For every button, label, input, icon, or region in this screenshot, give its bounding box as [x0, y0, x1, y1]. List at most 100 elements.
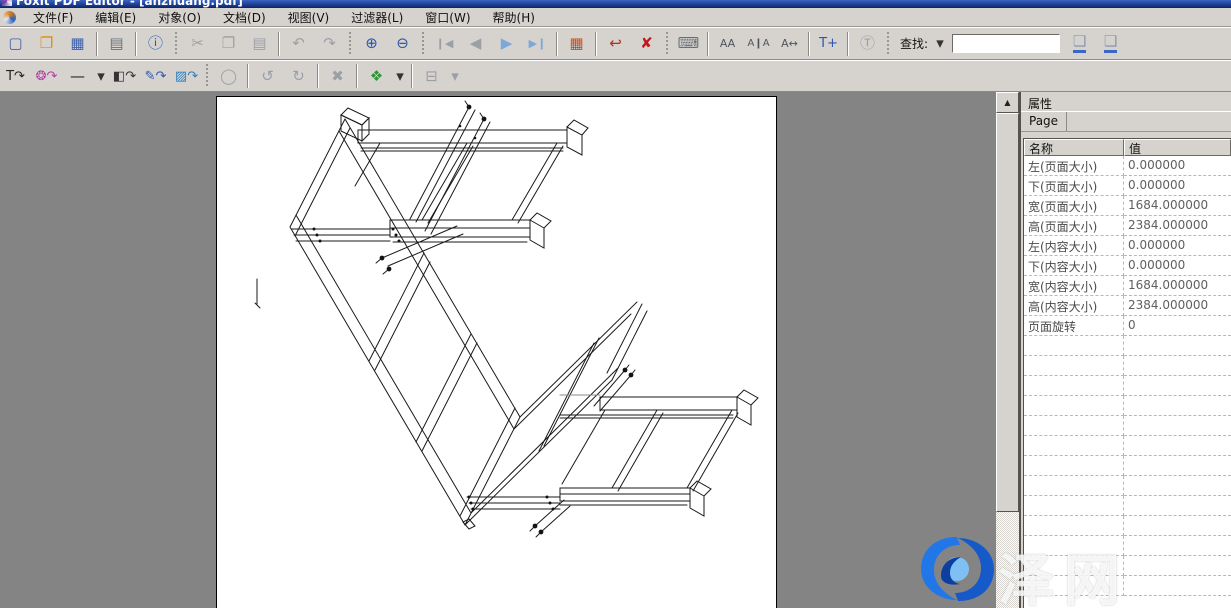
copy-button[interactable]: ❐	[214, 31, 243, 57]
find-next-icon: ❏	[1104, 34, 1117, 53]
menu-help[interactable]: 帮助(H)	[482, 7, 546, 28]
canvas-vertical-scrollbar[interactable]: ▲	[996, 92, 1019, 608]
shapes-dropdown[interactable]: ▾	[393, 63, 407, 89]
shapes-icon: ▾	[396, 69, 404, 84]
last-page-button[interactable]: ▶❙	[523, 31, 552, 57]
property-name	[1024, 336, 1124, 356]
toolbar-separator	[411, 64, 413, 88]
find-next-button[interactable]: ❏	[1096, 31, 1125, 57]
first-page-button[interactable]: ❙◀	[430, 31, 459, 57]
line-tool-icon: —	[70, 69, 85, 84]
menu-window[interactable]: 窗口(W)	[414, 7, 481, 28]
next-page-button[interactable]: ▶	[492, 31, 521, 57]
toolbar-separator	[808, 32, 810, 56]
open-button[interactable]: ❐	[32, 31, 61, 57]
zoom-out-button[interactable]: ⊖	[388, 31, 417, 57]
property-value[interactable]: 0.000000	[1124, 176, 1231, 196]
property-row[interactable]: 宽(内容大小)1684.000000	[1024, 276, 1231, 296]
align-button[interactable]: ⊟	[417, 63, 446, 89]
keyboard-button[interactable]: ⌨	[674, 31, 703, 57]
align-dropdown[interactable]: ▾	[448, 63, 462, 89]
property-value[interactable]: 1684.000000	[1124, 276, 1231, 296]
menu-document[interactable]: 文档(D)	[212, 7, 277, 28]
rotate-left-button[interactable]: ↺	[253, 63, 282, 89]
delete-page-button[interactable]: ✘	[632, 31, 661, 57]
prev-page-button[interactable]: ◀	[461, 31, 490, 57]
cut-button[interactable]: ✂	[183, 31, 212, 57]
redo-button[interactable]: ↷	[315, 31, 344, 57]
menu-edit[interactable]: 编辑(E)	[84, 7, 147, 28]
find-prev-button[interactable]: ❏	[1065, 31, 1094, 57]
menu-view[interactable]: 视图(V)	[277, 7, 341, 28]
toolbar-drag-handle[interactable]	[174, 32, 179, 56]
property-name	[1024, 516, 1124, 536]
property-value[interactable]: 0.000000	[1124, 236, 1231, 256]
property-value[interactable]: 0	[1124, 316, 1231, 336]
scroll-up-button[interactable]: ▲	[996, 92, 1019, 113]
pdf-page[interactable]	[216, 96, 777, 608]
document-info-button[interactable]: ⓘ	[141, 31, 170, 57]
toolbar-drag-handle[interactable]	[348, 32, 353, 56]
toolbar-drag-handle[interactable]	[886, 32, 891, 56]
color-picker-button[interactable]: ❂↷	[32, 63, 61, 89]
delete-object-button[interactable]: ✖	[323, 63, 352, 89]
document-canvas[interactable]	[0, 92, 996, 608]
toolbar-drag-handle[interactable]	[665, 32, 670, 56]
app-swirl-icon	[3, 11, 16, 24]
property-value[interactable]: 0.000000	[1124, 156, 1231, 176]
undo-button[interactable]: ↶	[284, 31, 313, 57]
property-value[interactable]: 1684.000000	[1124, 196, 1231, 216]
edit-image-button[interactable]: ✎↷	[141, 63, 170, 89]
add-text-object-button[interactable]: T↷	[1, 63, 30, 89]
insert-image-button[interactable]: ▨↷	[172, 63, 201, 89]
property-row[interactable]: 下(内容大小)0.000000	[1024, 256, 1231, 276]
property-row-empty	[1024, 476, 1231, 496]
print-button[interactable]: ▤	[102, 31, 131, 57]
menu-filter[interactable]: 过滤器(L)	[340, 7, 414, 28]
property-row[interactable]: 页面旋转0	[1024, 316, 1231, 336]
tab-page[interactable]: Page	[1021, 112, 1067, 131]
property-row[interactable]: 宽(页面大小)1684.000000	[1024, 196, 1231, 216]
line-tool-dropdown[interactable]: ▾	[94, 63, 108, 89]
zoom-in-button[interactable]: ⊕	[357, 31, 386, 57]
property-row-empty	[1024, 356, 1231, 376]
shapes-icon: ❖	[370, 69, 383, 84]
save-button[interactable]: ▦	[63, 31, 92, 57]
lasso-select-button[interactable]: ◯	[214, 63, 243, 89]
application-window: Foxit PDF Editor - [anzhuang.pdf] 文件(F)编…	[0, 0, 1231, 608]
property-value[interactable]: 0.000000	[1124, 256, 1231, 276]
scrollbar-thumb[interactable]	[996, 113, 1019, 512]
font-style-button[interactable]: AA	[713, 31, 742, 57]
property-row[interactable]: 高(内容大小)2384.000000	[1024, 296, 1231, 316]
lasso-select-icon: ◯	[220, 69, 237, 84]
menu-file[interactable]: 文件(F)	[22, 7, 84, 28]
find-input[interactable]	[952, 34, 1060, 53]
property-row[interactable]: 下(页面大小)0.000000	[1024, 176, 1231, 196]
line-tool-button[interactable]: —	[63, 63, 92, 89]
delete-object-icon: ✖	[331, 69, 344, 84]
property-value	[1124, 356, 1231, 376]
toolbar-drag-handle[interactable]	[421, 32, 426, 56]
add-text-button[interactable]: T+	[814, 31, 843, 57]
property-value[interactable]: 2384.000000	[1124, 296, 1231, 316]
rotate-right-button[interactable]: ↻	[284, 63, 313, 89]
new-button[interactable]: ▢	[1, 31, 30, 57]
text-mode-button[interactable]: Ⓣ	[853, 31, 882, 57]
font-spacing-button[interactable]: A↔	[775, 31, 804, 57]
insert-page-button[interactable]: ↩	[601, 31, 630, 57]
shading-tool-button[interactable]: ◧↷	[110, 63, 139, 89]
find-options-dropdown[interactable]: ▾	[933, 31, 947, 57]
property-value[interactable]: 2384.000000	[1124, 216, 1231, 236]
page-layout-button[interactable]: ▦	[562, 31, 591, 57]
property-row[interactable]: 左(内容大小)0.000000	[1024, 236, 1231, 256]
toolbar-separator	[356, 64, 358, 88]
shapes-button[interactable]: ❖	[362, 63, 391, 89]
menu-object[interactable]: 对象(O)	[147, 7, 212, 28]
property-row[interactable]: 高(页面大小)2384.000000	[1024, 216, 1231, 236]
paste-button[interactable]: ▤	[245, 31, 274, 57]
font-width-button[interactable]: A❙A	[744, 31, 773, 57]
property-row[interactable]: 左(页面大小)0.000000	[1024, 156, 1231, 176]
toolbar-drag-handle[interactable]	[205, 64, 210, 88]
property-name	[1024, 436, 1124, 456]
property-name	[1024, 376, 1124, 396]
